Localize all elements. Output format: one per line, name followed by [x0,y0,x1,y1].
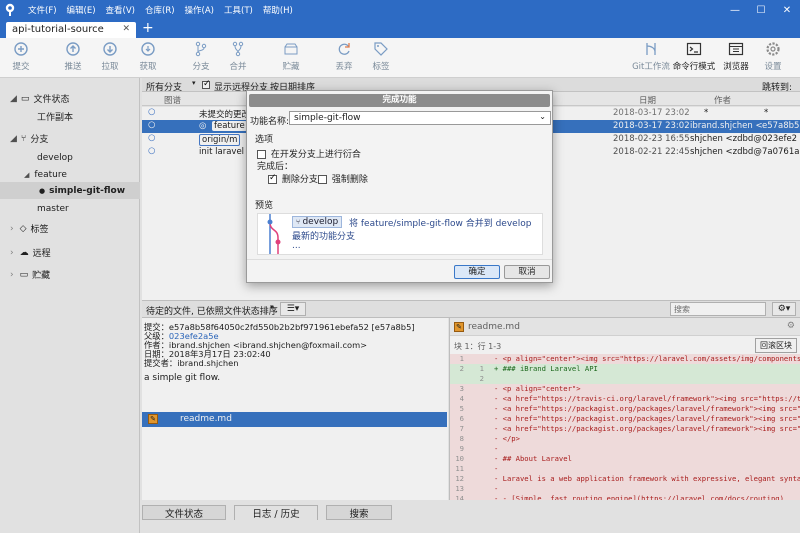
preview-label: 预览 [255,201,274,211]
delete-branch-label: 删除分支 [281,175,318,185]
menu-bar: 文件(F) 编辑(E) 查看(V) 仓库(R) 操作(A) 工具(T) 帮助(H… [28,4,303,16]
pull-icon [103,42,117,56]
force-delete-option[interactable]: 强制删除 [318,172,368,185]
tab-close-icon[interactable]: ✕ [122,24,130,34]
branch-label: 分支 [192,62,210,72]
minimize-button[interactable]: — [722,0,748,20]
settings-label: 设置 [764,62,782,72]
pull-label: 拉取 [101,62,119,72]
merge-icon [232,41,244,57]
cancel-button[interactable]: 取消 [504,265,550,279]
options-label: 选项 [255,135,274,145]
finish-feature-dialog: 完成功能 功能名称: simple-git-flow ⌄ 选项 在开发分支上进行… [246,90,553,283]
force-delete-label: 强制删除 [331,175,368,185]
browser-icon [728,42,744,56]
commit-button[interactable]: 提交 [1,41,41,72]
toolbar: 提交 推送 拉取 获取 分支 合并 贮藏 丢弃 标签 Git工作流 命令行模式 [0,38,800,78]
fetch-icon [141,42,155,56]
browser-label: 浏览器 [723,62,749,72]
settings-button[interactable]: 设置 [755,41,791,72]
menu-tools[interactable]: 工具(T) [224,4,253,16]
preview-graph [267,214,281,254]
push-icon [66,42,80,56]
menu-repo[interactable]: 仓库(R) [145,4,175,16]
push-button[interactable]: 推送 [53,41,93,72]
repo-tab[interactable]: api-tutorial-source ✕ [6,22,136,38]
fetch-label: 获取 [139,62,157,72]
menu-help[interactable]: 帮助(H) [263,4,293,16]
gitflow-icon [646,43,656,55]
branch-icon [195,41,207,57]
dialog-divider [247,259,552,260]
commit-label: 提交 [12,62,30,72]
terminal-button[interactable]: 命令行模式 [672,41,716,72]
dialog-title: 完成功能 [249,94,550,107]
discard-label: 丢弃 [335,62,353,72]
tag-icon [374,42,388,56]
force-delete-checkbox[interactable] [318,175,327,184]
menu-edit[interactable]: 编辑(E) [67,4,96,16]
gitflow-button[interactable]: Git工作流 [630,41,672,72]
after-label: 完成后： [257,162,294,172]
preview-branch-badge: ⑂ develop [292,216,343,228]
repo-tab-title: api-tutorial-source [12,24,104,35]
stash-icon [284,43,298,55]
commit-icon [14,42,28,56]
terminal-icon [686,42,702,56]
tag-button[interactable]: 标签 [361,41,401,72]
feature-name-label: 功能名称: [250,117,290,127]
title-bar: 文件(F) 编辑(E) 查看(V) 仓库(R) 操作(A) 工具(T) 帮助(H… [0,0,800,20]
sourcetree-logo-icon [0,0,20,20]
gitflow-label: Git工作流 [632,62,670,72]
ok-button[interactable]: 确定 [454,265,500,279]
terminal-label: 命令行模式 [672,62,716,72]
preview-branch-name: develop [302,217,339,227]
window-controls: — ☐ ✕ [722,0,800,20]
stash-button[interactable]: 贮藏 [271,41,311,72]
feature-name-value: simple-git-flow [294,113,361,123]
push-label: 推送 [64,62,82,72]
discard-button[interactable]: 丢弃 [324,41,364,72]
tab-bar: api-tutorial-source ✕ + [0,20,800,38]
branch-button[interactable]: 分支 [181,41,221,72]
preview-latest-text: 最新的功能分支 [292,232,356,242]
menu-actions[interactable]: 操作(A) [185,4,214,16]
discard-icon [338,43,350,55]
tag-label: 标签 [372,62,390,72]
browser-button[interactable]: 浏览器 [716,41,756,72]
pull-button[interactable]: 拉取 [90,41,130,72]
delete-branch-option[interactable]: 删除分支 [268,172,318,185]
menu-view[interactable]: 查看(V) [106,4,135,16]
rebase-checkbox[interactable] [257,150,266,159]
fetch-button[interactable]: 获取 [128,41,168,72]
preview-box: ⑂ develop 将 feature/simple-git-flow 合并到 … [257,213,543,255]
delete-branch-checkbox[interactable] [268,173,277,184]
maximize-button[interactable]: ☐ [748,0,774,20]
new-tab-button[interactable]: + [142,20,154,36]
stash-label: 贮藏 [282,62,300,72]
merge-label: 合并 [229,62,247,72]
preview-more-text: ... [292,241,301,251]
feature-name-select[interactable]: simple-git-flow ⌄ [289,111,551,125]
settings-icon [766,42,780,56]
menu-file[interactable]: 文件(F) [28,4,57,16]
preview-merge-text: 将 feature/simple-git-flow 合并到 develop [349,219,532,229]
close-window-button[interactable]: ✕ [774,0,800,20]
chevron-down-icon: ⌄ [539,112,546,121]
merge-button[interactable]: 合并 [218,41,258,72]
